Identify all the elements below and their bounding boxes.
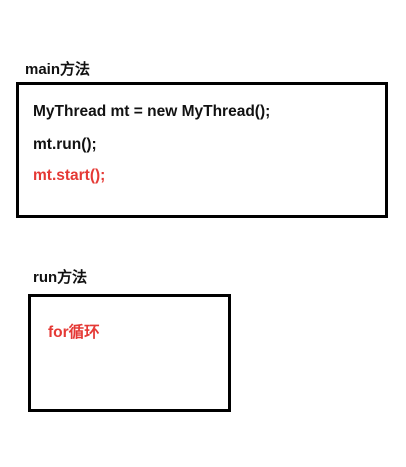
code-line-run-call: mt.run(); bbox=[33, 136, 97, 153]
run-method-title: run方法 bbox=[33, 269, 88, 286]
main-method-box: MyThread mt = new MyThread(); mt.run(); … bbox=[16, 82, 388, 218]
main-method-title: main方法 bbox=[25, 61, 91, 78]
run-method-box: for循环 bbox=[28, 294, 231, 412]
code-line-new-thread: MyThread mt = new MyThread(); bbox=[33, 103, 271, 120]
code-line-start-call: mt.start(); bbox=[33, 167, 106, 184]
code-line-for-loop: for循环 bbox=[48, 324, 100, 341]
